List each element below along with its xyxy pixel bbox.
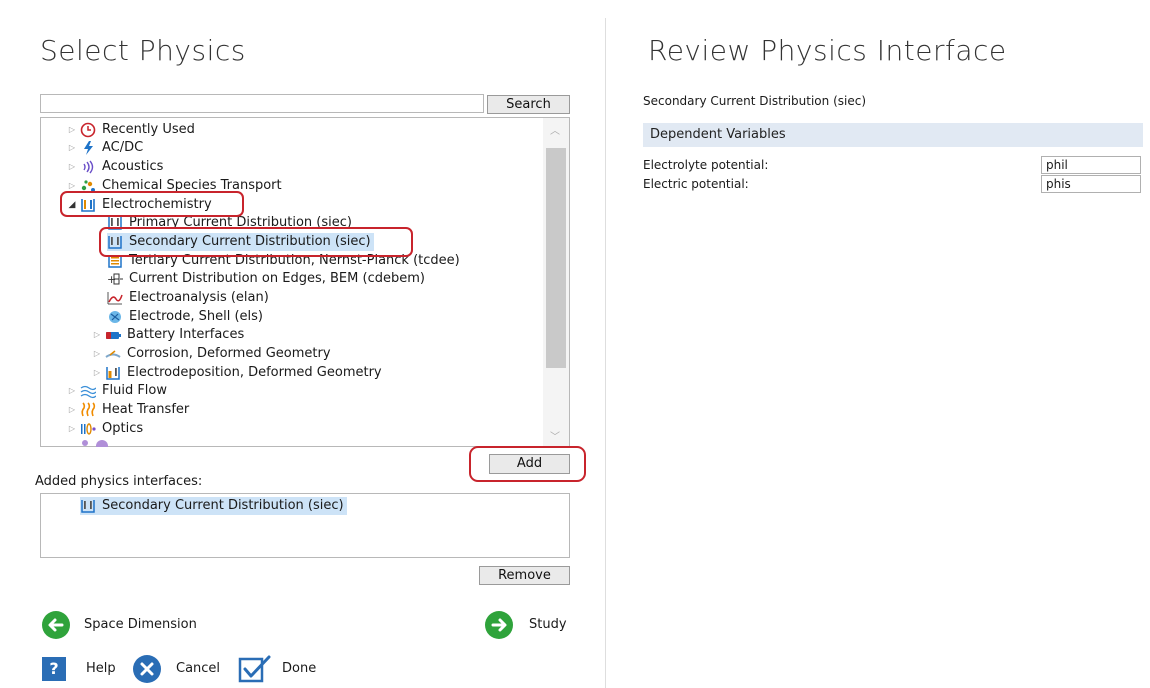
electrolyte-potential-label: Electrolyte potential: <box>643 158 769 172</box>
dependent-variables-section[interactable]: Dependent Variables <box>643 123 1143 147</box>
section-header: Dependent Variables <box>650 127 786 142</box>
collapse-arrow-icon[interactable]: ◢ <box>66 196 78 214</box>
tree-item-electrochemistry[interactable]: ◢ Electrochemistry <box>66 196 212 214</box>
tree-item-label: Optics <box>102 421 144 436</box>
scrollbar-thumb[interactable] <box>546 148 566 368</box>
tree-item-label: Tertiary Current Distribution, Nernst-Pl… <box>129 253 460 268</box>
tree-item-label: Primary Current Distribution (siec) <box>129 215 352 230</box>
expand-arrow-icon[interactable]: ▷ <box>66 139 78 157</box>
add-button[interactable]: Add <box>489 454 570 474</box>
edges-bem-icon: + <box>107 271 125 287</box>
tree-item-recently-used[interactable]: ▷ Recently Used <box>66 121 195 139</box>
scroll-down-icon[interactable]: ﹀ <box>550 428 560 443</box>
current-distribution-icon <box>107 215 125 231</box>
tree-item-chemical-species[interactable]: ▷ Chemical Species Transport <box>66 177 282 195</box>
corrosion-icon <box>105 346 123 362</box>
help-icon[interactable]: ? <box>42 657 66 681</box>
tree-item-label: Electrochemistry <box>102 197 212 212</box>
tree-item-acoustics[interactable]: ▷ Acoustics <box>66 158 164 176</box>
expand-arrow-icon[interactable]: ▷ <box>91 326 103 344</box>
electrolyte-potential-field[interactable]: phil <box>1041 156 1141 174</box>
tree-item-heat-transfer[interactable]: ▷ Heat Transfer <box>66 401 189 419</box>
current-distribution-icon <box>107 234 125 250</box>
tree-item-label: Battery Interfaces <box>127 327 245 342</box>
tree-item-electrodeposition[interactable]: ▷ Electrodeposition, Deformed Geometry <box>91 364 382 382</box>
tree-item-label: Current Distribution on Edges, BEM (cdeb… <box>129 271 425 286</box>
tree-item-label: Recently Used <box>102 122 195 137</box>
tree-item-label: Heat Transfer <box>102 402 190 417</box>
tertiary-distribution-icon <box>107 253 125 269</box>
electrode-shell-icon <box>107 309 125 325</box>
tree-item-label: Secondary Current Distribution (siec) <box>129 234 371 249</box>
acoustics-icon <box>80 159 98 175</box>
added-physics-header: Added physics interfaces: <box>35 474 203 489</box>
tree-item-electroanalysis[interactable]: Electroanalysis (elan) <box>107 289 269 307</box>
tree-item-clipped <box>82 440 112 447</box>
added-item-label: Secondary Current Distribution (siec) <box>102 498 344 513</box>
space-dimension-link[interactable]: Space Dimension <box>84 617 197 632</box>
expand-arrow-icon[interactable]: ▷ <box>66 121 78 139</box>
tree-item-current-edges[interactable]: + Current Distribution on Edges, BEM (cd… <box>107 270 425 288</box>
current-distribution-icon <box>80 498 98 514</box>
expand-arrow-icon[interactable]: ▷ <box>91 364 103 382</box>
help-button[interactable]: Help <box>86 661 116 676</box>
tree-item-optics[interactable]: ▷ Optics <box>66 420 143 438</box>
electric-potential-label: Electric potential: <box>643 177 749 191</box>
tree-item-label: Electrode, Shell (els) <box>129 309 263 324</box>
tree-item-label: Electrodeposition, Deformed Geometry <box>127 365 382 380</box>
done-icon[interactable] <box>238 655 272 683</box>
acdc-icon <box>80 140 98 156</box>
tree-item-label: Corrosion, Deformed Geometry <box>127 346 331 361</box>
back-arrow-icon[interactable] <box>42 611 70 639</box>
cancel-icon[interactable] <box>133 655 161 683</box>
tree-item-electrode-shell[interactable]: Electrode, Shell (els) <box>107 308 263 326</box>
tree-item-primary-current[interactable]: Primary Current Distribution (siec) <box>107 214 352 232</box>
electrodeposition-icon <box>105 365 123 381</box>
tree-item-label: Electroanalysis (elan) <box>129 290 269 305</box>
study-link[interactable]: Study <box>529 617 567 632</box>
search-button[interactable]: Search <box>487 95 570 114</box>
done-button[interactable]: Done <box>282 661 316 676</box>
expand-arrow-icon[interactable]: ▷ <box>66 420 78 438</box>
electric-potential-field[interactable]: phis <box>1041 175 1141 193</box>
optics-icon <box>80 421 98 437</box>
tree-scrollbar[interactable]: ︿ ﹀ <box>543 118 569 446</box>
heat-transfer-icon <box>80 402 98 418</box>
tree-item-corrosion[interactable]: ▷ Corrosion, Deformed Geometry <box>91 345 331 363</box>
interface-name: Secondary Current Distribution (siec) <box>643 94 867 108</box>
tree-item-acdc[interactable]: ▷ AC/DC <box>66 139 143 157</box>
select-physics-title: Select Physics <box>40 34 246 67</box>
pane-divider <box>605 18 606 688</box>
expand-arrow-icon[interactable]: ▷ <box>66 382 78 400</box>
next-arrow-icon[interactable] <box>485 611 513 639</box>
electrochemistry-icon <box>80 197 98 213</box>
expand-arrow-icon[interactable]: ▷ <box>91 345 103 363</box>
clock-icon <box>80 122 98 138</box>
added-item-secondary-current[interactable]: Secondary Current Distribution (siec) <box>80 497 347 515</box>
cancel-button[interactable]: Cancel <box>176 661 220 676</box>
electroanalysis-icon <box>107 290 125 306</box>
review-physics-title: Review Physics Interface <box>648 34 1007 67</box>
expand-arrow-icon[interactable]: ▷ <box>66 158 78 176</box>
tree-item-label: Fluid Flow <box>102 383 167 398</box>
tree-item-label: Acoustics <box>102 159 164 174</box>
tree-item-label: Chemical Species Transport <box>102 178 282 193</box>
tree-item-secondary-current[interactable]: Secondary Current Distribution (siec) <box>107 233 374 251</box>
expand-arrow-icon[interactable]: ▷ <box>66 401 78 419</box>
scroll-up-icon[interactable]: ︿ <box>550 122 560 137</box>
fluid-flow-icon <box>80 383 98 399</box>
tree-item-fluid-flow[interactable]: ▷ Fluid Flow <box>66 382 167 400</box>
physics-search-input[interactable] <box>40 94 484 113</box>
remove-button[interactable]: Remove <box>479 566 570 585</box>
tree-item-tertiary-current[interactable]: Tertiary Current Distribution, Nernst-Pl… <box>107 252 460 270</box>
battery-icon <box>105 327 123 343</box>
tree-item-battery-interfaces[interactable]: ▷ Battery Interfaces <box>91 326 244 344</box>
expand-arrow-icon[interactable]: ▷ <box>66 177 78 195</box>
tree-item-label: AC/DC <box>102 140 144 155</box>
chemical-species-icon <box>80 178 98 194</box>
